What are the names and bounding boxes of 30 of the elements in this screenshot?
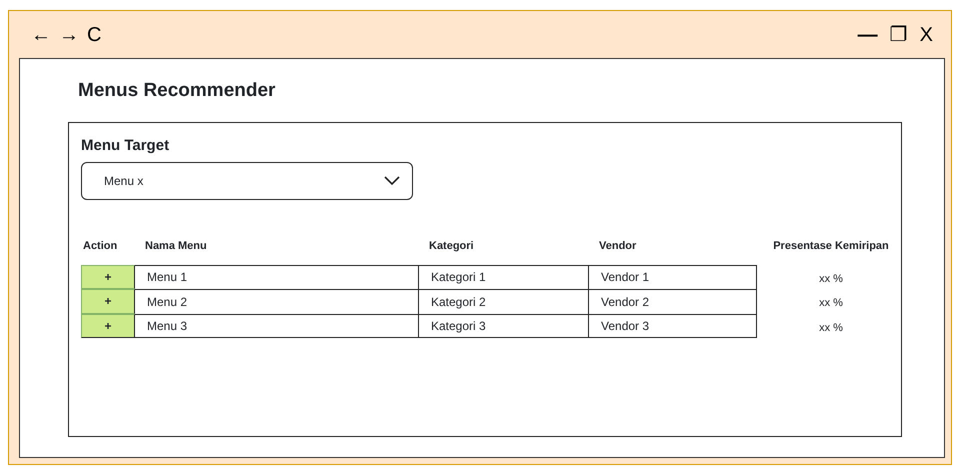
forward-button[interactable]: → bbox=[57, 24, 81, 44]
table-cell: Vendor 3 bbox=[589, 314, 757, 338]
column-header: Kategori bbox=[428, 239, 475, 254]
column-header: Action bbox=[82, 239, 118, 254]
table-cell: Kategori 2 bbox=[419, 289, 589, 314]
table-cell: Kategori 3 bbox=[419, 314, 589, 338]
table-cell: Vendor 1 bbox=[589, 264, 757, 289]
column-header: Presentase Kemiripan bbox=[772, 239, 890, 254]
add-button[interactable]: + bbox=[81, 314, 135, 338]
close-button[interactable]: X bbox=[918, 24, 935, 44]
reload-button[interactable]: C bbox=[85, 24, 104, 44]
table-cell-text: xx % bbox=[818, 296, 844, 311]
table-cell: Menu 2 bbox=[135, 289, 419, 314]
table-cell-text: xx % bbox=[818, 272, 844, 286]
field-label: Menu Target bbox=[81, 136, 170, 156]
menu-dropdown[interactable]: Menu x bbox=[81, 162, 413, 200]
back-button[interactable]: ← bbox=[29, 24, 53, 44]
table-cell: Menu 1 bbox=[135, 264, 419, 289]
add-button[interactable]: + bbox=[81, 289, 135, 314]
column-header: Vendor bbox=[598, 239, 638, 254]
table-cell: Vendor 2 bbox=[589, 289, 757, 314]
table-cell-text: xx % bbox=[818, 320, 844, 336]
restore-button[interactable]: ❐ bbox=[888, 24, 910, 44]
table-cell: Kategori 1 bbox=[419, 264, 589, 289]
table-cell: Menu 3 bbox=[135, 314, 419, 338]
column-header: Nama Menu bbox=[144, 239, 208, 254]
chevron-down-icon bbox=[384, 176, 400, 186]
minimize-button[interactable]: — bbox=[856, 24, 880, 44]
add-button[interactable]: + bbox=[81, 264, 135, 289]
page-title: Menus Recommender bbox=[78, 79, 276, 103]
